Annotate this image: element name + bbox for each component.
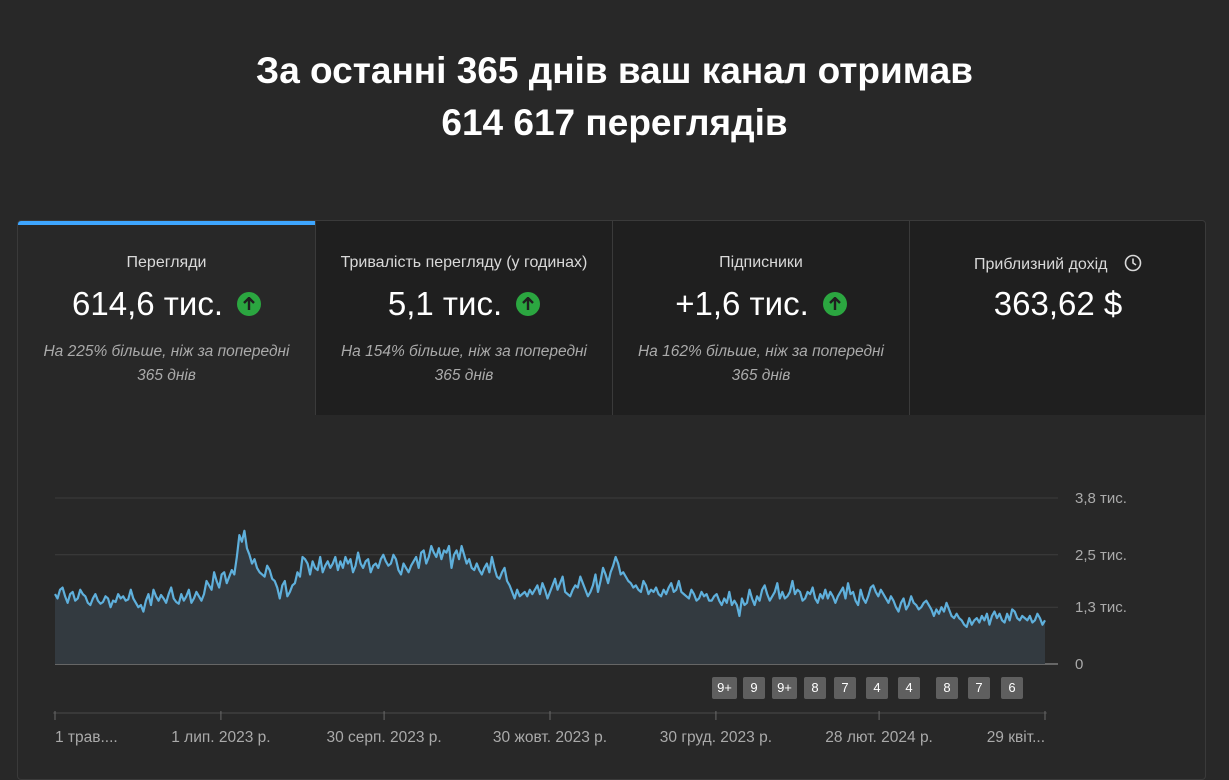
tab-subscribers[interactable]: Підписники +1,6 тис. На 162% більше, ніж…	[612, 221, 909, 415]
arrow-up-icon	[822, 292, 847, 316]
tab-value: 5,1 тис.	[387, 285, 503, 322]
annotation-badge[interactable]: 8	[804, 677, 826, 699]
annotation-badge[interactable]: 6	[1001, 677, 1023, 699]
tab-note: На 154% більше, ніж за попередні 365 дні…	[316, 340, 612, 388]
annotation-badge[interactable]: 7	[834, 677, 856, 699]
analytics-panel: Перегляди 614,6 тис. На 225% більше, ніж…	[17, 220, 1206, 780]
tab-note-line: 365 днів	[731, 367, 791, 384]
tab-title: Підписники	[719, 254, 803, 271]
tab-value-row: 363,62 $	[910, 285, 1205, 323]
tab-value: 614,6 тис.	[72, 285, 223, 322]
tab-value: 363,62 $	[993, 285, 1123, 322]
tab-note-line: На 225% більше, ніж за попередні	[43, 343, 290, 360]
tab-views[interactable]: Перегляди 614,6 тис. На 225% більше, ніж…	[18, 221, 315, 415]
arrow-up-icon	[236, 292, 261, 316]
headline-line-2: 614 617 переглядів	[441, 102, 788, 143]
tab-note-line: На 154% більше, ніж за попередні	[340, 343, 588, 360]
tab-note: На 225% більше, ніж за попередні 365 дні…	[18, 340, 315, 388]
annotation-badge[interactable]: 4	[866, 677, 888, 699]
annotation-badge[interactable]: 9	[743, 677, 765, 699]
annotation-badge[interactable]: 9+	[772, 677, 797, 699]
metric-tabs: Перегляди 614,6 тис. На 225% більше, ніж…	[18, 221, 1205, 415]
tab-note-line: 365 днів	[434, 367, 494, 384]
tab-note: На 162% більше, ніж за попередні 365 дні…	[613, 340, 909, 388]
arrow-up-icon	[516, 292, 541, 316]
clock-icon	[1124, 254, 1142, 272]
tab-title: Приблизний дохід	[910, 254, 1205, 274]
tab-note-line: 365 днів	[137, 367, 196, 384]
tab-title-label: Приблизний дохід	[974, 256, 1108, 273]
tab-watch-time[interactable]: Тривалість перегляду (у годинах) 5,1 тис…	[315, 221, 612, 415]
headline-line-1: За останні 365 днів ваш канал отримав	[256, 50, 973, 91]
annotation-badge[interactable]: 8	[936, 677, 958, 699]
tab-title: Перегляди	[126, 254, 207, 271]
tab-value-row: +1,6 тис.	[613, 285, 909, 323]
headline: За останні 365 днів ваш канал отримав 61…	[0, 45, 1229, 149]
tab-estimated-revenue[interactable]: Приблизний дохід 363,62 $	[909, 221, 1205, 415]
tab-value: +1,6 тис.	[675, 285, 809, 322]
tab-note-line: На 162% більше, ніж за попередні	[637, 343, 885, 360]
annotation-badge[interactable]: 4	[898, 677, 920, 699]
tab-value-row: 5,1 тис.	[316, 285, 612, 323]
annotation-badge[interactable]: 7	[968, 677, 990, 699]
annotation-badge[interactable]: 9+	[712, 677, 737, 699]
tab-title: Тривалість перегляду (у годинах)	[340, 254, 588, 271]
tab-value-row: 614,6 тис.	[18, 285, 315, 323]
